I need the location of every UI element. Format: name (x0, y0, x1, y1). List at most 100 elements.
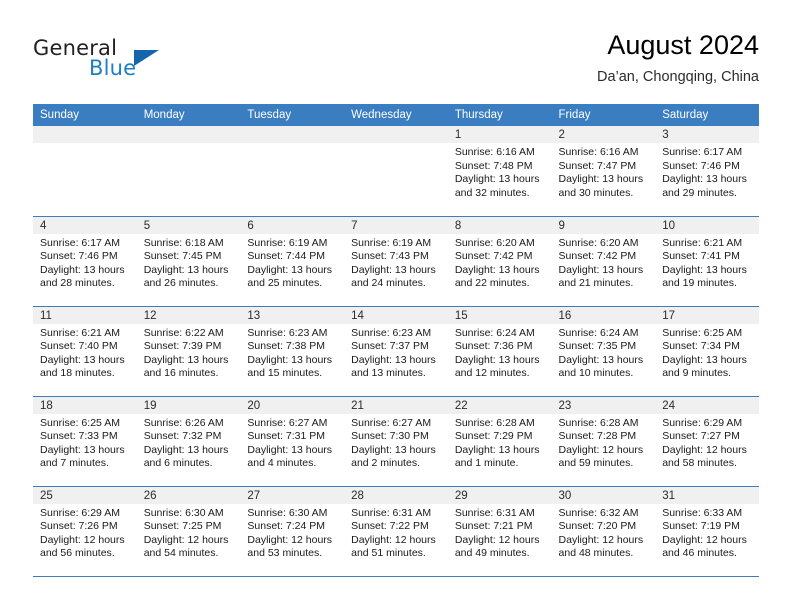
day-number: 31 (655, 486, 759, 504)
calendar-day-cell[interactable]: 6 Sunrise: 6:19 AM Sunset: 7:44 PM Daylight… (240, 215, 345, 306)
day-number: 11 (33, 306, 137, 324)
day-detail-line: Sunrise: 6:27 AM (351, 416, 432, 429)
weekday-header-sunday: Sunday (33, 104, 137, 126)
calendar-day-cell[interactable]: 7 Sunrise: 6:19 AM Sunset: 7:43 PM Daylight… (344, 215, 448, 306)
day-detail-line: Sunset: 7:34 PM (662, 340, 740, 353)
calendar-day-cell[interactable]: 14 Sunrise: 6:23 AM Sunset: 7:37 PM Dayligh… (344, 305, 448, 396)
calendar-day-cell[interactable]: 28 Sunrise: 6:31 AM Sunset: 7:22 PM Dayligh… (344, 485, 448, 577)
calendar-day-cell[interactable]: 31 Sunrise: 6:33 AM Sunset: 7:19 PM Dayligh… (655, 485, 759, 577)
day-detail-line: Daylight: 12 hours (662, 443, 747, 456)
day-detail-line: Sunrise: 6:24 AM (558, 326, 639, 339)
day-number: 10 (655, 216, 759, 234)
weekday-header-monday: Monday (136, 104, 241, 126)
day-detail-line: and 49 minutes. (454, 547, 530, 560)
day-number: 24 (655, 396, 759, 414)
day-detail-line: Sunrise: 6:19 AM (351, 236, 432, 249)
day-details: Sunrise: 6:24 AM Sunset: 7:35 PM Daylight:… (552, 324, 656, 381)
calendar-day-cell[interactable]: 4 Sunrise: 6:17 AM Sunset: 7:46 PM Daylight… (33, 215, 137, 306)
day-detail-line: Sunrise: 6:29 AM (40, 506, 120, 519)
calendar-day-cell[interactable]: 12 Sunrise: 6:22 AM Sunset: 7:39 PM Dayligh… (136, 305, 241, 396)
calendar-day-cell[interactable]: 5 Sunrise: 6:18 AM Sunset: 7:45 PM Daylight… (136, 215, 241, 306)
day-detail-line: Sunrise: 6:29 AM (662, 416, 743, 429)
day-number: 26 (136, 486, 241, 504)
day-detail-line: and 54 minutes. (143, 547, 219, 560)
day-detail-line: Daylight: 13 hours (40, 263, 125, 276)
calendar-day-cell-empty (33, 126, 137, 216)
day-detail-line: Sunrise: 6:30 AM (247, 506, 328, 519)
calendar-day-cell[interactable]: 22 Sunrise: 6:28 AM Sunset: 7:29 PM Dayligh… (447, 395, 552, 486)
day-details: Sunrise: 6:28 AM Sunset: 7:29 PM Daylight:… (448, 414, 552, 471)
calendar-day-cell[interactable]: 20 Sunrise: 6:27 AM Sunset: 7:31 PM Dayligh… (240, 395, 345, 486)
day-detail-line: and 53 minutes. (247, 547, 323, 560)
day-detail-line: and 51 minutes. (351, 547, 426, 560)
day-detail-line: Sunrise: 6:16 AM (454, 146, 535, 158)
day-details: Sunrise: 6:24 AM Sunset: 7:36 PM Daylight:… (448, 324, 552, 381)
day-detail-line: Sunset: 7:46 PM (662, 159, 740, 172)
calendar-day-cell[interactable]: 19 Sunrise: 6:26 AM Sunset: 7:32 PM Dayligh… (136, 395, 241, 486)
day-number: 1 (447, 126, 552, 143)
calendar-day-cell[interactable]: 3 Sunrise: 6:17 AM Sunset: 7:46 PM Daylight… (655, 126, 759, 216)
day-detail-line: Sunrise: 6:28 AM (454, 416, 535, 429)
day-detail-line: and 56 minutes. (40, 547, 115, 560)
title-block: August 2024 Da’an, Chongqing, China (597, 28, 759, 88)
day-detail-line: Sunset: 7:46 PM (40, 250, 118, 263)
day-detail-line: and 29 minutes. (662, 186, 737, 199)
calendar-day-cell-empty (240, 126, 345, 216)
day-detail-line: and 16 minutes. (143, 367, 219, 380)
day-detail-line: and 22 minutes. (454, 277, 530, 290)
calendar-day-cell[interactable]: 23 Sunrise: 6:28 AM Sunset: 7:28 PM Dayligh… (551, 395, 656, 486)
calendar-day-cell[interactable]: 17 Sunrise: 6:25 AM Sunset: 7:34 PM Dayligh… (655, 305, 759, 396)
calendar-day-cell[interactable]: 9 Sunrise: 6:20 AM Sunset: 7:42 PM Daylight… (551, 215, 656, 306)
day-number: 15 (447, 306, 552, 324)
day-detail-line: Sunrise: 6:25 AM (662, 326, 743, 339)
day-details: Sunrise: 6:16 AM Sunset: 7:47 PM Daylight:… (552, 143, 656, 200)
calendar-day-cell[interactable]: 29 Sunrise: 6:31 AM Sunset: 7:21 PM Dayligh… (447, 485, 552, 577)
day-detail-line: Sunset: 7:32 PM (143, 430, 222, 443)
weekday-header-wednesday: Wednesday (344, 104, 448, 126)
day-details: Sunrise: 6:17 AM Sunset: 7:46 PM Daylight:… (655, 143, 759, 200)
day-detail-line: and 58 minutes. (662, 457, 737, 470)
day-details: Sunrise: 6:28 AM Sunset: 7:28 PM Daylight:… (552, 414, 656, 471)
day-detail-line: Sunrise: 6:23 AM (247, 326, 328, 339)
calendar-day-cell[interactable]: 25 Sunrise: 6:29 AM Sunset: 7:26 PM Dayligh… (33, 485, 137, 577)
calendar-body: 1 Sunrise: 6:16 AM Sunset: 7:48 PM Daylight… (33, 126, 759, 577)
brand-logo[interactable]: General Blue (33, 36, 233, 86)
calendar-day-cell[interactable]: 18 Sunrise: 6:25 AM Sunset: 7:33 PM Dayligh… (33, 395, 137, 486)
calendar-week-row: 25 Sunrise: 6:29 AM Sunset: 7:26 PM Dayligh… (33, 485, 759, 577)
day-detail-line: Sunset: 7:29 PM (454, 430, 533, 443)
day-details: Sunrise: 6:16 AM Sunset: 7:48 PM Daylight:… (448, 143, 552, 200)
calendar-week-row: 4 Sunrise: 6:17 AM Sunset: 7:46 PM Daylight… (33, 215, 759, 306)
calendar-day-cell[interactable]: 1 Sunrise: 6:16 AM Sunset: 7:48 PM Daylight… (447, 126, 552, 216)
day-details: Sunrise: 6:29 AM Sunset: 7:26 PM Daylight:… (33, 504, 137, 561)
calendar-day-cell[interactable]: 15 Sunrise: 6:24 AM Sunset: 7:36 PM Dayligh… (447, 305, 552, 396)
day-detail-line: Daylight: 12 hours (662, 533, 747, 546)
day-detail-line: Sunrise: 6:22 AM (143, 326, 224, 339)
day-detail-line: Sunrise: 6:17 AM (662, 146, 743, 158)
day-detail-line: Daylight: 12 hours (558, 443, 644, 456)
calendar-day-cell[interactable]: 8 Sunrise: 6:20 AM Sunset: 7:42 PM Daylight… (447, 215, 552, 306)
day-number: 28 (344, 486, 448, 504)
day-detail-line: Sunrise: 6:17 AM (40, 236, 120, 249)
day-details: Sunrise: 6:22 AM Sunset: 7:39 PM Daylight:… (137, 324, 241, 381)
calendar-day-cell[interactable]: 10 Sunrise: 6:21 AM Sunset: 7:41 PM Dayligh… (655, 215, 759, 306)
day-detail-line: Sunrise: 6:18 AM (143, 236, 224, 249)
day-detail-line: Sunset: 7:41 PM (662, 250, 740, 263)
calendar-day-cell[interactable]: 21 Sunrise: 6:27 AM Sunset: 7:30 PM Dayligh… (344, 395, 448, 486)
day-detail-line: Sunset: 7:30 PM (351, 430, 429, 443)
calendar-day-cell[interactable]: 24 Sunrise: 6:29 AM Sunset: 7:27 PM Dayligh… (655, 395, 759, 486)
day-detail-line: Daylight: 13 hours (351, 443, 436, 456)
weekday-header-tuesday: Tuesday (240, 104, 345, 126)
calendar-day-cell[interactable]: 16 Sunrise: 6:24 AM Sunset: 7:35 PM Dayligh… (551, 305, 656, 396)
calendar-day-cell[interactable]: 2 Sunrise: 6:16 AM Sunset: 7:47 PM Daylight… (551, 126, 656, 216)
calendar-day-cell[interactable]: 27 Sunrise: 6:30 AM Sunset: 7:24 PM Dayligh… (240, 485, 345, 577)
day-number: 16 (551, 306, 656, 324)
calendar-day-cell[interactable]: 26 Sunrise: 6:30 AM Sunset: 7:25 PM Dayligh… (136, 485, 241, 577)
day-detail-line: Daylight: 13 hours (247, 443, 333, 456)
calendar-day-cell[interactable]: 11 Sunrise: 6:21 AM Sunset: 7:40 PM Dayligh… (33, 305, 137, 396)
day-details: Sunrise: 6:25 AM Sunset: 7:33 PM Daylight:… (33, 414, 137, 471)
calendar-day-cell-empty (344, 126, 448, 216)
page-subtitle: Da’an, Chongqing, China (596, 69, 759, 85)
calendar-day-cell[interactable]: 30 Sunrise: 6:32 AM Sunset: 7:20 PM Dayligh… (551, 485, 656, 577)
calendar-day-cell[interactable]: 13 Sunrise: 6:23 AM Sunset: 7:38 PM Dayligh… (240, 305, 345, 396)
day-number: 4 (33, 216, 137, 234)
